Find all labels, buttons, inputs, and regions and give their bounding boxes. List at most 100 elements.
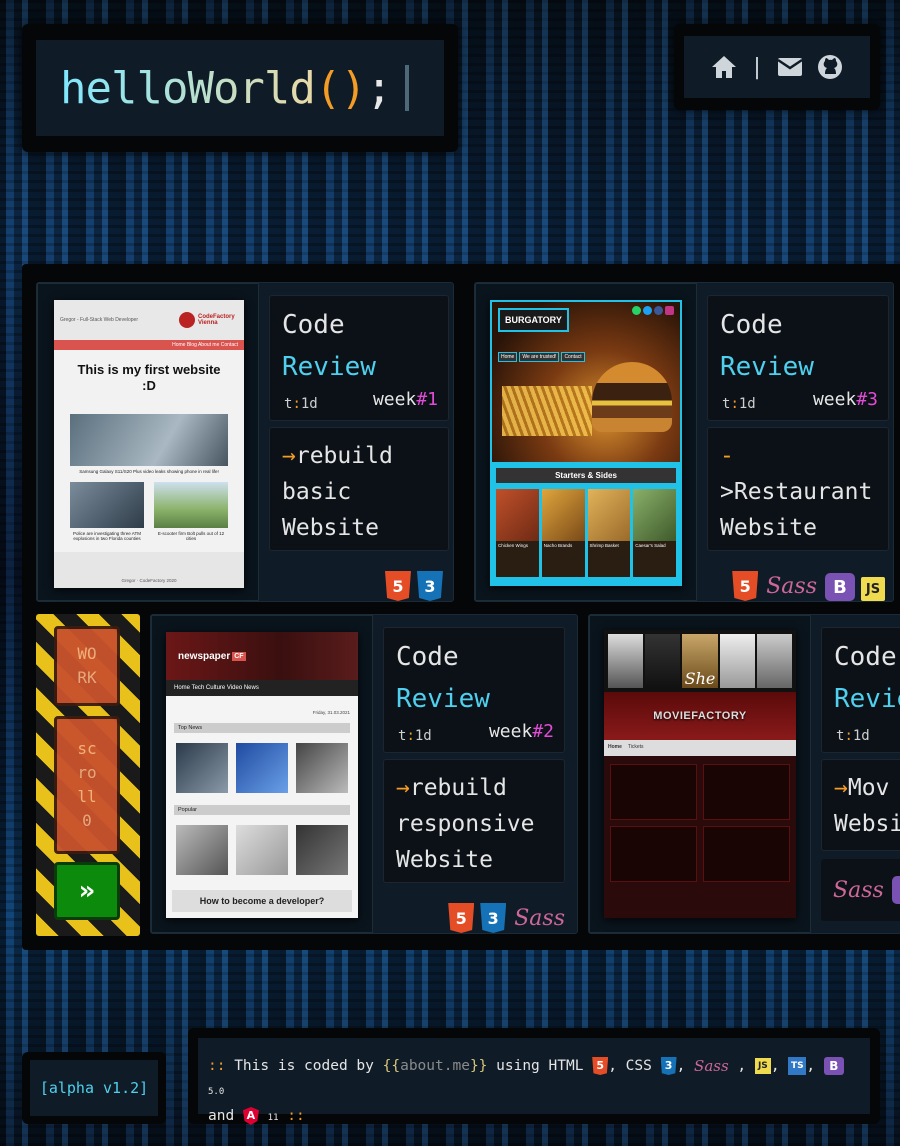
project-description-tile: →rebuild basic Website xyxy=(269,427,449,551)
code-review-tile: Code Review t:1d week#2 xyxy=(383,627,565,753)
menu-item: Shrimp Basket xyxy=(587,489,631,577)
duration-label: t:1d xyxy=(398,728,432,744)
screenshot-image xyxy=(296,825,348,875)
duration-label: t:1d xyxy=(722,396,756,412)
screenshot-nav: Home Tickets xyxy=(604,740,796,756)
project-description: →Mov Websi xyxy=(834,775,900,837)
bootstrap-icon: B xyxy=(891,876,900,904)
screenshot-image xyxy=(176,743,228,793)
scroll-counter: sc ro ll 0 xyxy=(54,716,120,854)
project-card-week2: newspaper CF Home Tech Culture Video New… xyxy=(150,614,578,934)
project-screenshot-frame: Gregor - Full-Stack Web Developer CodeFa… xyxy=(37,283,259,601)
css3-icon: 3 xyxy=(480,903,507,933)
project-description: - >Restaurant Website xyxy=(720,443,873,541)
screenshot-caption: Police are investigating three ATM explo… xyxy=(73,531,141,541)
screenshot-caption: E-scooter firm Bolt pulls out of 12 citi… xyxy=(157,531,225,541)
menu-item: Caesar's Salad xyxy=(633,489,676,577)
project-screenshot[interactable]: She MOVIEFACTORY Home Tickets xyxy=(604,630,796,918)
mail-icon[interactable] xyxy=(776,53,804,81)
html5-icon: 5 xyxy=(732,571,759,601)
screenshot-caption: Samsung Galaxy S11/S20 Plus video leaks … xyxy=(79,469,219,474)
javascript-icon: JS xyxy=(861,577,885,601)
screenshot-headline: This is my first website :D xyxy=(77,362,221,393)
about-text: :: This is coded by {{about.me}} using H… xyxy=(198,1038,870,1125)
bootstrap-icon: B xyxy=(825,573,855,601)
menu-item: Chicken Wings xyxy=(496,489,539,577)
movie-card xyxy=(703,764,790,820)
code-review-subtitle: Review xyxy=(282,352,376,382)
week-label: week#1 xyxy=(372,389,438,410)
week-label: week#2 xyxy=(488,721,554,742)
work-scroll-strip: WO RK sc ro ll 0 » xyxy=(36,614,140,936)
movie-card xyxy=(610,764,697,820)
logo-name: helloWorld xyxy=(60,62,316,114)
screenshot-date: Friday, 31.03.2021 xyxy=(312,710,350,715)
screenshot-image xyxy=(176,825,228,875)
bootstrap-icon: B xyxy=(823,1057,844,1075)
tech-badges: 5 3 xyxy=(385,571,443,601)
next-button[interactable]: » xyxy=(54,862,120,920)
screenshot-footer: How to become a developer? xyxy=(172,890,352,912)
project-screenshot[interactable]: newspaper CF Home Tech Culture Video New… xyxy=(166,632,358,918)
screenshot-brand: MOVIEFACTORY xyxy=(604,692,796,740)
screenshot-image xyxy=(236,825,288,875)
tech-badge-tile: Sass B xyxy=(821,859,900,921)
screenshot-brand: BURGATORY xyxy=(498,308,569,332)
css3-icon: 3 xyxy=(660,1057,677,1075)
projects-panel: Gregor - Full-Stack Web Developer CodeFa… xyxy=(22,264,900,950)
menu-item: Nacho Brands xyxy=(541,489,585,577)
project-description: →rebuild responsive Website xyxy=(396,775,535,873)
version-label: [alpha v1.2] xyxy=(30,1060,158,1116)
typescript-icon: TS xyxy=(788,1057,807,1075)
home-icon[interactable] xyxy=(710,53,738,81)
code-review-subtitle: Review xyxy=(720,352,814,382)
project-description-tile: →Mov Websi xyxy=(821,759,900,851)
code-review-subtitle: Review xyxy=(396,684,490,714)
screenshot-image xyxy=(70,482,144,528)
social-icons xyxy=(632,306,674,315)
sass-icon: Sass xyxy=(514,905,565,931)
code-review-tile: Code Review t:1d week#3 xyxy=(707,295,889,421)
github-icon[interactable] xyxy=(816,53,844,81)
html5-icon: 5 xyxy=(592,1057,609,1075)
sass-icon: Sass xyxy=(766,573,817,599)
work-label: WO RK xyxy=(54,626,120,706)
code-review-title: Code xyxy=(720,310,783,340)
code-review-title: Code xyxy=(834,642,897,672)
fries-illustration xyxy=(502,386,592,436)
code-review-tile: Code Revie t:1d xyxy=(821,627,900,753)
movie-card xyxy=(610,826,697,882)
burger-illustration xyxy=(592,362,672,432)
menu-section-title: Starters & Sides xyxy=(496,468,676,483)
html5-icon: 5 xyxy=(385,571,411,601)
movie-card xyxy=(703,826,790,882)
project-card-week3: BURGATORY Home We are trusted! Contact S… xyxy=(474,282,894,602)
logo[interactable]: helloWorld(); xyxy=(36,40,444,136)
duration-label: t:1d xyxy=(284,396,318,412)
screenshot-image xyxy=(70,414,228,466)
screenshot-nav: Home Blog About me Contact xyxy=(54,340,244,350)
week-label: week#3 xyxy=(812,389,878,410)
code-review-title: Code xyxy=(282,310,345,340)
project-screenshot-frame: BURGATORY Home We are trusted! Contact S… xyxy=(475,283,697,601)
code-review-tile: Code Review t:1d week#1 xyxy=(269,295,449,421)
sass-icon: Sass xyxy=(694,1057,729,1075)
project-screenshot-frame: newspaper CF Home Tech Culture Video New… xyxy=(151,615,373,933)
screenshot-image xyxy=(296,743,348,793)
movie-posters: She xyxy=(604,630,796,692)
screenshot-brand-badge: CF xyxy=(232,651,246,661)
screenshot-brand: CodeFactory Vienna xyxy=(198,314,235,326)
sass-icon: Sass xyxy=(833,877,884,903)
screenshot-section: Popular xyxy=(174,805,350,815)
screenshot-nav: Home We are trusted! Contact xyxy=(498,352,585,362)
version-panel: [alpha v1.2] xyxy=(22,1052,166,1124)
nav-separator: | xyxy=(750,54,764,80)
project-screenshot-frame: She MOVIEFACTORY Home Tickets xyxy=(589,615,811,933)
screenshot-footer: Gregor · CodeFactory 2020 xyxy=(54,552,244,588)
screenshot-image xyxy=(154,482,228,528)
javascript-icon: JS xyxy=(754,1058,771,1074)
project-screenshot[interactable]: BURGATORY Home We are trusted! Contact S… xyxy=(490,300,682,586)
project-screenshot[interactable]: Gregor - Full-Stack Web Developer CodeFa… xyxy=(54,300,244,588)
project-description-tile: →rebuild responsive Website xyxy=(383,759,565,883)
code-review-title: Code xyxy=(396,642,459,672)
